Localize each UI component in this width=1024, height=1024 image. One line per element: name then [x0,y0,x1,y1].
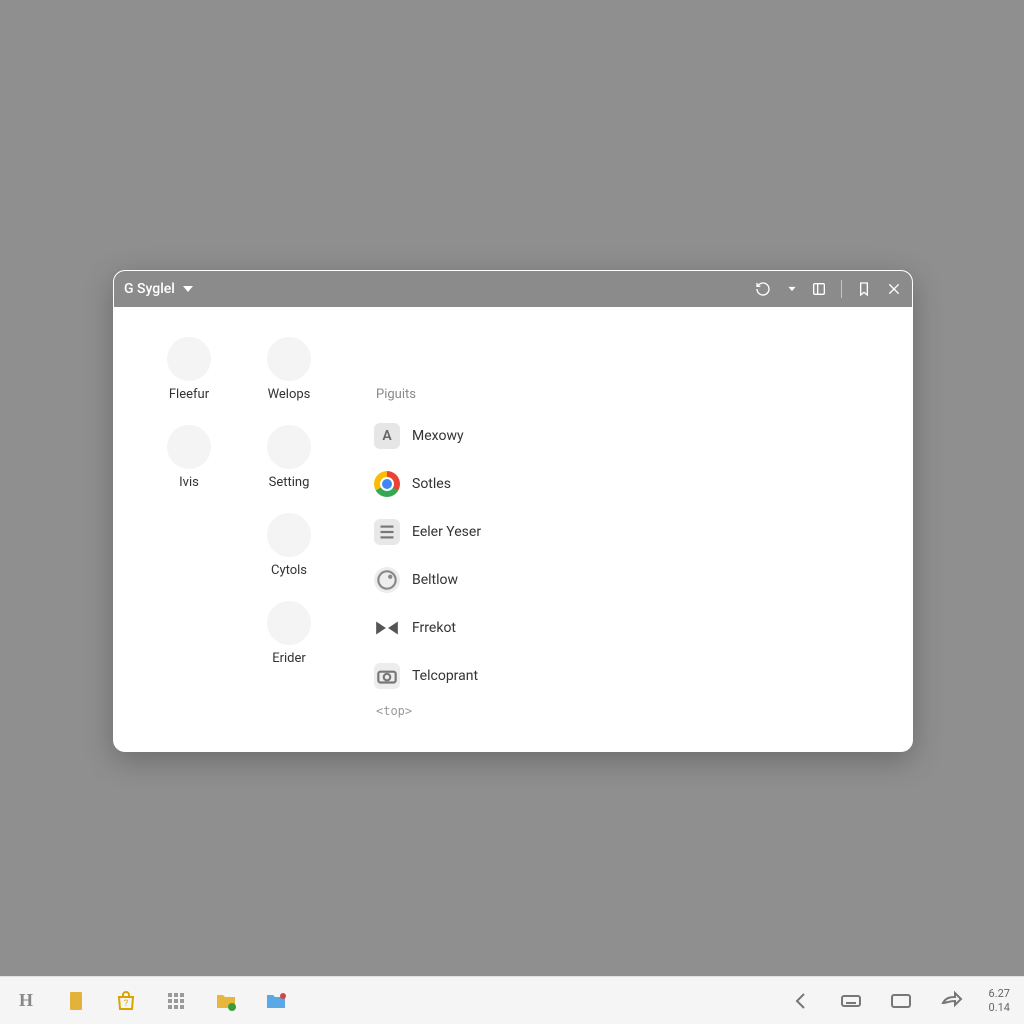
category-tile-cytols[interactable]: Cytols [244,513,334,601]
globe-icon [374,567,400,593]
grid-icon[interactable] [164,989,188,1013]
clock-line1: 6.27 [989,987,1010,1000]
app-row-frrekot[interactable]: Frrekot [374,604,892,652]
app-label: Frrekot [412,620,456,636]
refresh-icon[interactable] [755,281,771,297]
category-label: Ivis [179,475,199,490]
category-icon [267,513,311,557]
category-label: Welops [268,387,311,402]
app-row-mexowy[interactable]: A Mexowy [374,412,892,460]
category-label: Setting [269,475,310,490]
app-label: Eeler Yeser [412,524,481,540]
section-title: Piguits [376,387,892,402]
category-label: Fleefur [169,387,209,402]
folder-alert-icon[interactable] [264,989,288,1013]
app-label: Telcoprant [412,668,478,684]
category-tile-welops[interactable]: Welops [244,337,334,425]
app-row-beltlow[interactable]: Beltlow [374,556,892,604]
app-window: G Syglel [113,270,913,752]
category-icon [267,601,311,645]
window-body: Fleefur Welops Ivis Setting Cytols [114,307,912,751]
folder-sync-icon[interactable] [214,989,238,1013]
bowtie-icon [374,615,400,641]
app-label: Mexowy [412,428,464,444]
category-icon [267,425,311,469]
category-tile-ivis[interactable]: Ivis [144,425,234,513]
category-tile-setting[interactable]: Setting [244,425,334,513]
svg-text:?: ? [124,999,128,1009]
titlebar-separator [841,280,842,298]
help-bag-icon[interactable]: ? [114,989,138,1013]
tag-hint: <top> [376,704,892,718]
app-row-sotles[interactable]: Sotles [374,460,892,508]
window-title: G Syglel [124,281,175,297]
app-list: A Mexowy Sotles Eeler Yeser [374,412,892,700]
window-titlebar: G Syglel [114,271,912,307]
category-icon [267,337,311,381]
home-icon[interactable]: H [14,989,38,1013]
dropdown-icon[interactable] [789,287,796,291]
detail-panel: Piguits A Mexowy Sotles [354,307,912,751]
panel-icon[interactable] [811,281,827,297]
category-tile-fleefur[interactable]: Fleefur [144,337,234,425]
letter-a-icon: A [374,423,400,449]
close-icon[interactable] [886,281,902,297]
taskbar: H ? [0,976,1024,1024]
forward-share-icon[interactable] [939,989,963,1013]
app-row-telcoprant[interactable]: Telcoprant [374,652,892,700]
taskbar-clock: 6.27 0.14 [989,987,1010,1013]
app-row-eeler-yeser[interactable]: Eeler Yeser [374,508,892,556]
chevron-down-icon[interactable] [183,286,193,292]
clock-line2: 0.14 [989,1001,1010,1014]
app-label: Beltlow [412,572,458,588]
category-label: Cytols [271,563,307,578]
display-icon[interactable] [889,989,913,1013]
category-icon [167,337,211,381]
back-icon[interactable] [789,989,813,1013]
keyboard-icon[interactable] [839,989,863,1013]
app-label: Sotles [412,476,451,492]
category-tile-erider[interactable]: Erider [244,601,334,689]
camera-icon [374,663,400,689]
document-icon [374,519,400,545]
notes-icon[interactable] [64,989,88,1013]
category-icon [167,425,211,469]
chrome-icon [374,471,400,497]
bookmark-icon[interactable] [856,281,872,297]
category-label: Erider [272,651,306,666]
category-grid: Fleefur Welops Ivis Setting Cytols [114,307,354,751]
